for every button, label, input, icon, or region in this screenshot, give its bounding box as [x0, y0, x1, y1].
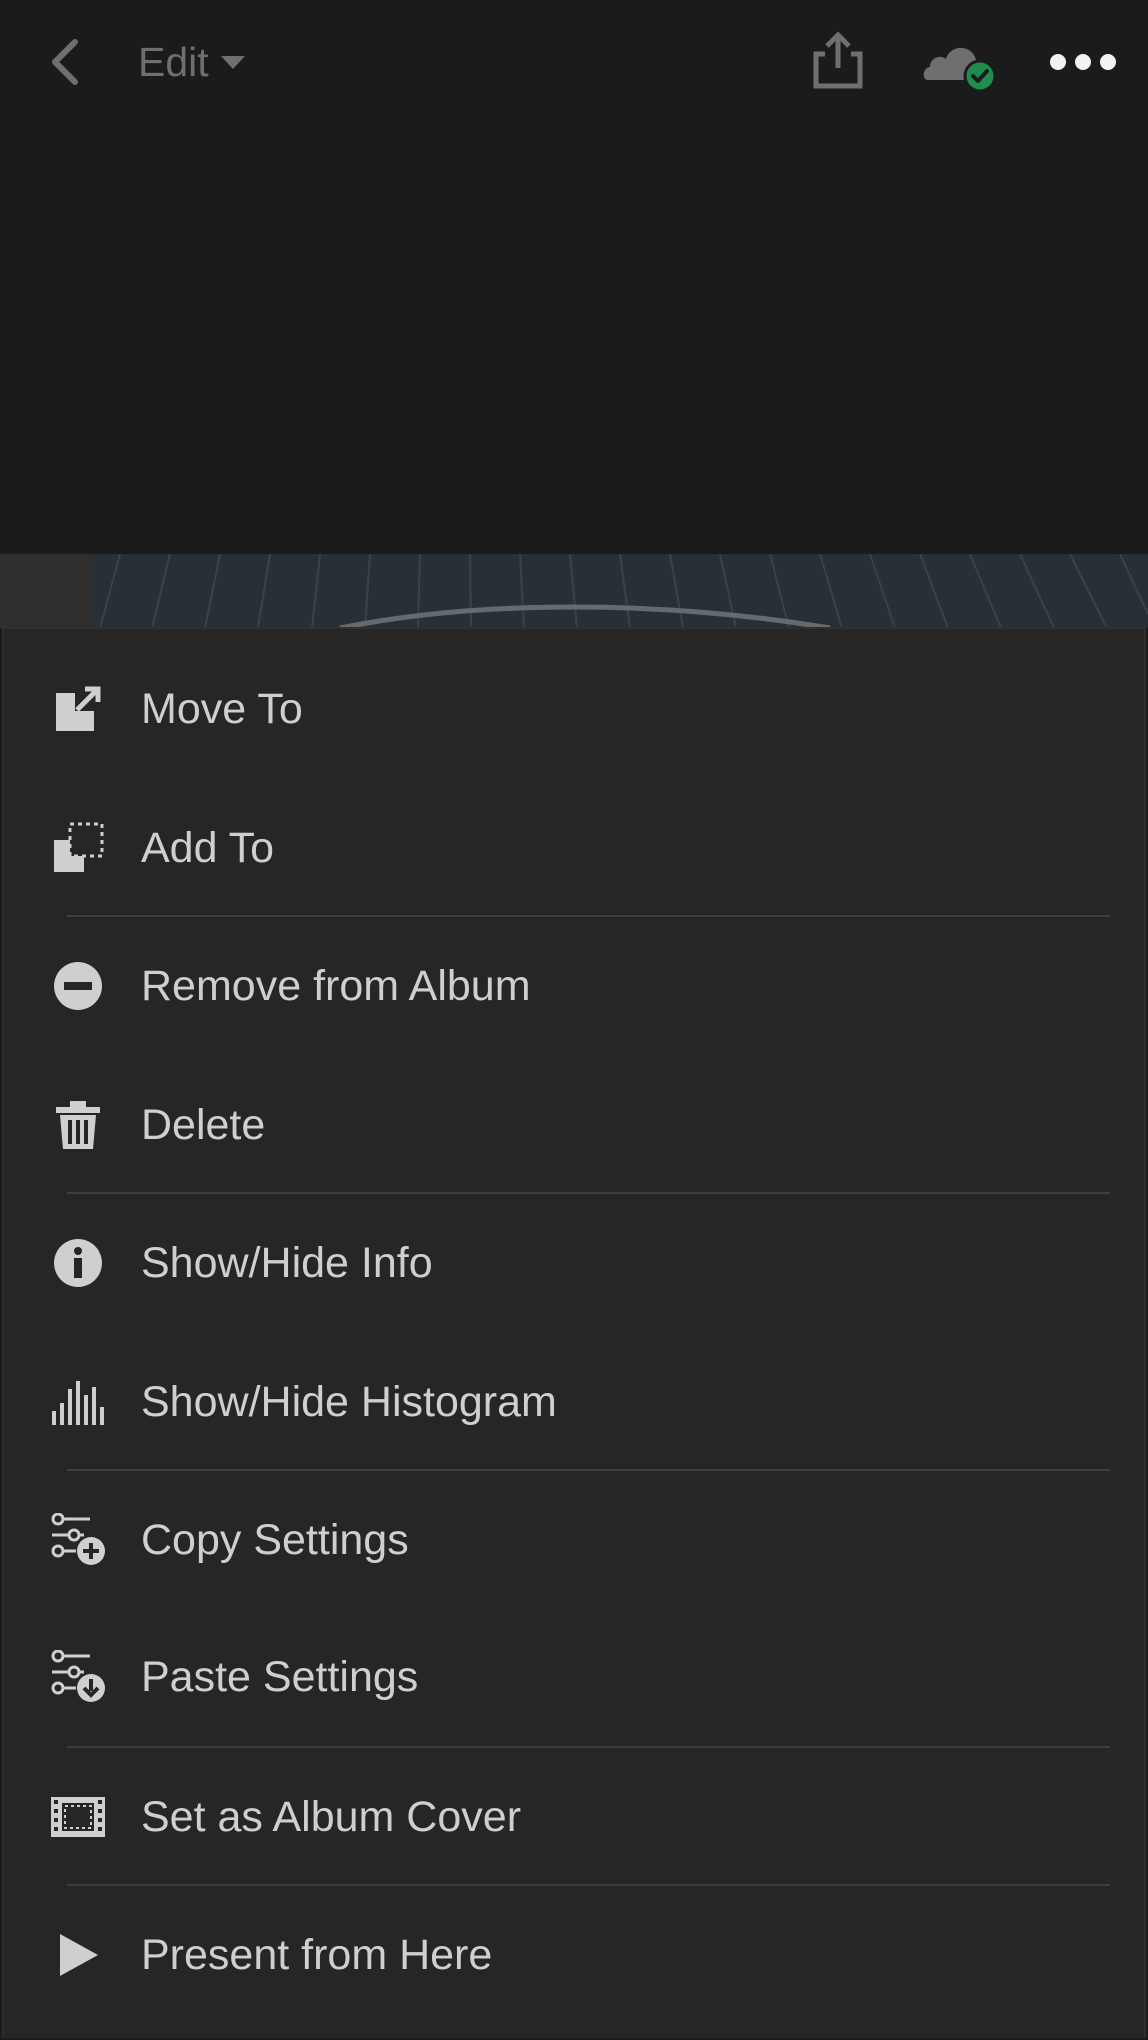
menu-item-label: Copy Settings — [141, 1515, 409, 1564]
menu-item-show-hide-info[interactable]: Show/Hide Info — [4, 1203, 1144, 1323]
cloud-synced-icon — [920, 34, 1000, 94]
histogram-icon — [48, 1372, 108, 1432]
divider — [67, 1746, 1110, 1748]
menu-item-label: Show/Hide Info — [141, 1238, 433, 1287]
back-button[interactable] — [38, 34, 90, 90]
more-button[interactable] — [1050, 44, 1116, 80]
menu-item-label: Set as Album Cover — [141, 1792, 522, 1841]
top-bar: Edit — [0, 0, 1148, 124]
cloud-sync-button[interactable] — [920, 34, 1000, 94]
edit-mode-dropdown[interactable]: Edit — [138, 32, 245, 92]
divider — [67, 1884, 1110, 1886]
menu-item-set-as-album-cover[interactable]: Set as Album Cover — [4, 1757, 1144, 1877]
menu-item-copy-settings[interactable]: Copy Settings — [4, 1480, 1144, 1600]
divider — [67, 1192, 1110, 1194]
copy-settings-icon — [48, 1510, 108, 1570]
remove-circle-icon — [48, 956, 108, 1016]
menu-item-paste-settings[interactable]: Paste Settings — [4, 1617, 1144, 1737]
divider — [67, 1469, 1110, 1471]
paste-settings-icon — [48, 1647, 108, 1707]
menu-item-delete[interactable]: Delete — [4, 1065, 1144, 1185]
menu-item-label: Move To — [141, 684, 303, 733]
play-icon — [48, 1925, 108, 1985]
menu-item-label: Add To — [141, 823, 275, 872]
photo-preview[interactable] — [0, 554, 1148, 628]
menu-item-remove-from-album[interactable]: Remove from Album — [4, 926, 1144, 1046]
more-dot — [1075, 54, 1091, 70]
screen: Edit Move To Add To Remove from Album De… — [0, 0, 1148, 2040]
menu-item-label: Remove from Album — [141, 961, 531, 1010]
divider — [67, 915, 1110, 917]
share-icon — [808, 30, 868, 92]
menu-item-add-to[interactable]: Add To — [4, 788, 1144, 908]
menu-item-show-hide-histogram[interactable]: Show/Hide Histogram — [4, 1342, 1144, 1462]
menu-item-label: Show/Hide Histogram — [141, 1377, 557, 1426]
chevron-left-icon — [47, 38, 81, 86]
menu-item-label: Delete — [141, 1100, 266, 1149]
menu-item-label: Present from Here — [141, 1930, 493, 1979]
info-icon — [48, 1233, 108, 1293]
share-button[interactable] — [808, 30, 868, 92]
menu-item-label: Paste Settings — [141, 1652, 419, 1701]
move-to-icon — [48, 679, 108, 739]
more-horizontal-icon — [1050, 54, 1066, 70]
menu-item-present-from-here[interactable]: Present from Here — [4, 1895, 1144, 2015]
edit-mode-label: Edit — [138, 38, 209, 85]
menu-item-move-to[interactable]: Move To — [4, 649, 1144, 769]
more-dot — [1100, 54, 1116, 70]
caret-down-icon — [220, 55, 245, 69]
action-menu-sheet: Move To Add To Remove from Album Delete … — [2, 627, 1146, 2038]
add-to-icon — [48, 818, 108, 878]
album-cover-icon — [48, 1787, 108, 1847]
trash-icon — [48, 1095, 108, 1155]
